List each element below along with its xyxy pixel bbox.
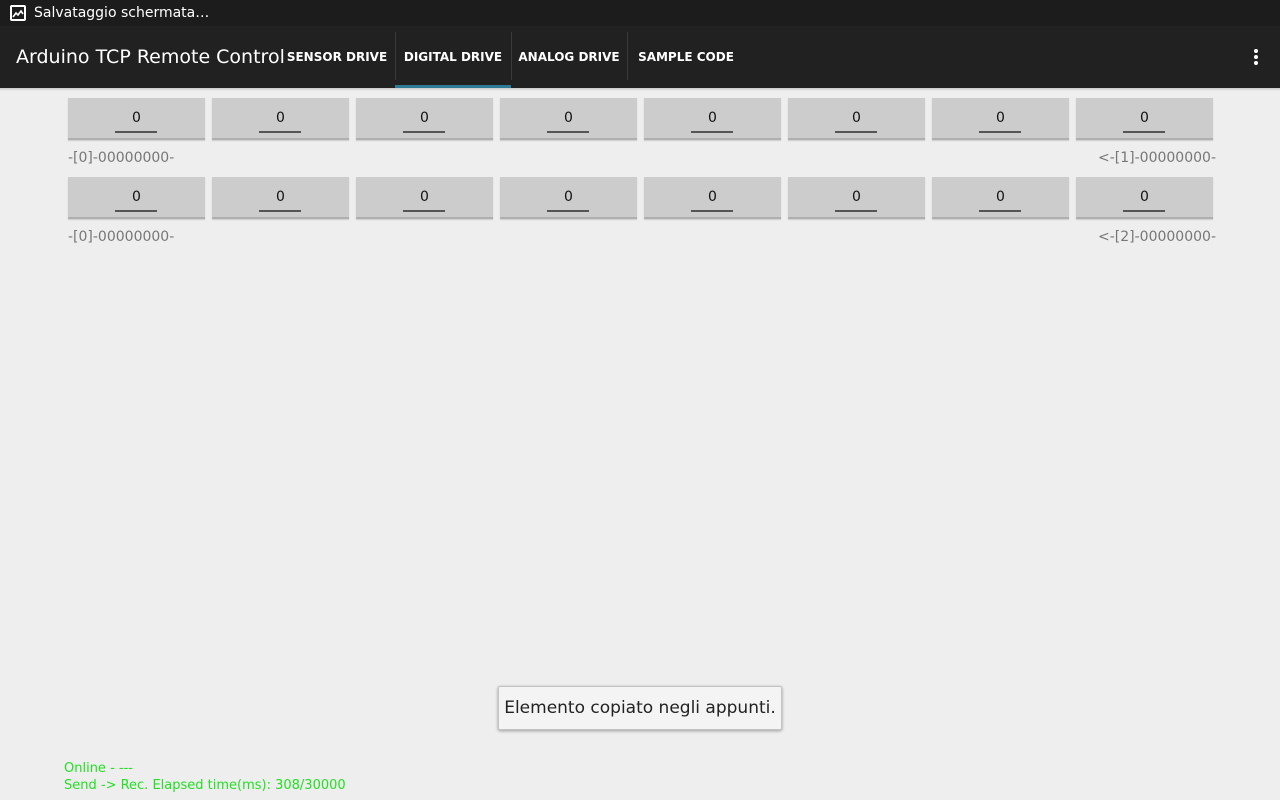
- toast-message: Elemento copiato negli appunti.: [498, 686, 782, 730]
- row-1-right-label: <-[1]-00000000-: [1098, 150, 1216, 166]
- action-bar-shadow: [0, 88, 1280, 91]
- row-2-right-label: <-[2]-00000000-: [1098, 229, 1216, 245]
- tab-label: SENSOR DRIVE: [286, 50, 388, 64]
- bit-toggle-button[interactable]: 0: [356, 177, 493, 219]
- bit-toggle-button[interactable]: 0: [644, 177, 781, 219]
- bit-toggle-button[interactable]: 0: [644, 98, 781, 140]
- bit-toggle-button[interactable]: 0: [68, 177, 205, 219]
- bit-toggle-button[interactable]: 0: [500, 98, 637, 140]
- connection-status: Online - ---: [64, 761, 133, 776]
- tab-analog-drive[interactable]: ANALOG DRIVE: [511, 26, 627, 88]
- image-icon: [10, 5, 26, 21]
- tab-digital-drive[interactable]: DIGITAL DRIVE: [395, 26, 511, 88]
- bit-toggle-button[interactable]: 0: [932, 177, 1069, 219]
- bit-toggle-button[interactable]: 0: [788, 98, 925, 140]
- bit-row-2: 0 0 0 0 0 0 0 0: [68, 177, 1213, 219]
- row-1-left-label: -[0]-00000000-: [68, 150, 175, 166]
- bit-toggle-button[interactable]: 0: [788, 177, 925, 219]
- bit-toggle-button[interactable]: 0: [932, 98, 1069, 140]
- action-bar: Arduino TCP Remote Control SENSOR DRIVE …: [0, 26, 1280, 88]
- tab-label: SAMPLE CODE: [638, 50, 734, 64]
- row-2-left-label: -[0]-00000000-: [68, 229, 175, 245]
- app-title: Arduino TCP Remote Control: [16, 46, 285, 68]
- bit-toggle-button[interactable]: 0: [500, 177, 637, 219]
- elapsed-time: Send -> Rec. Elapsed time(ms): 308/30000: [64, 778, 346, 793]
- tab-label: ANALOG DRIVE: [518, 50, 620, 64]
- tab-sensor-drive[interactable]: SENSOR DRIVE: [279, 26, 395, 88]
- bit-toggle-button[interactable]: 0: [356, 98, 493, 140]
- tab-label: DIGITAL DRIVE: [403, 50, 503, 64]
- more-vert-icon[interactable]: [1246, 47, 1266, 67]
- status-bar: Salvataggio schermata…: [0, 0, 1280, 26]
- bit-toggle-button[interactable]: 0: [1076, 177, 1213, 219]
- bit-toggle-button[interactable]: 0: [68, 98, 205, 140]
- bit-toggle-button[interactable]: 0: [212, 98, 349, 140]
- bit-toggle-button[interactable]: 0: [212, 177, 349, 219]
- bit-row-1: 0 0 0 0 0 0 0 0: [68, 98, 1213, 140]
- tab-sample-code[interactable]: SAMPLE CODE: [627, 26, 745, 88]
- bit-toggle-button[interactable]: 0: [1076, 98, 1213, 140]
- notification-text: Salvataggio schermata…: [34, 5, 210, 21]
